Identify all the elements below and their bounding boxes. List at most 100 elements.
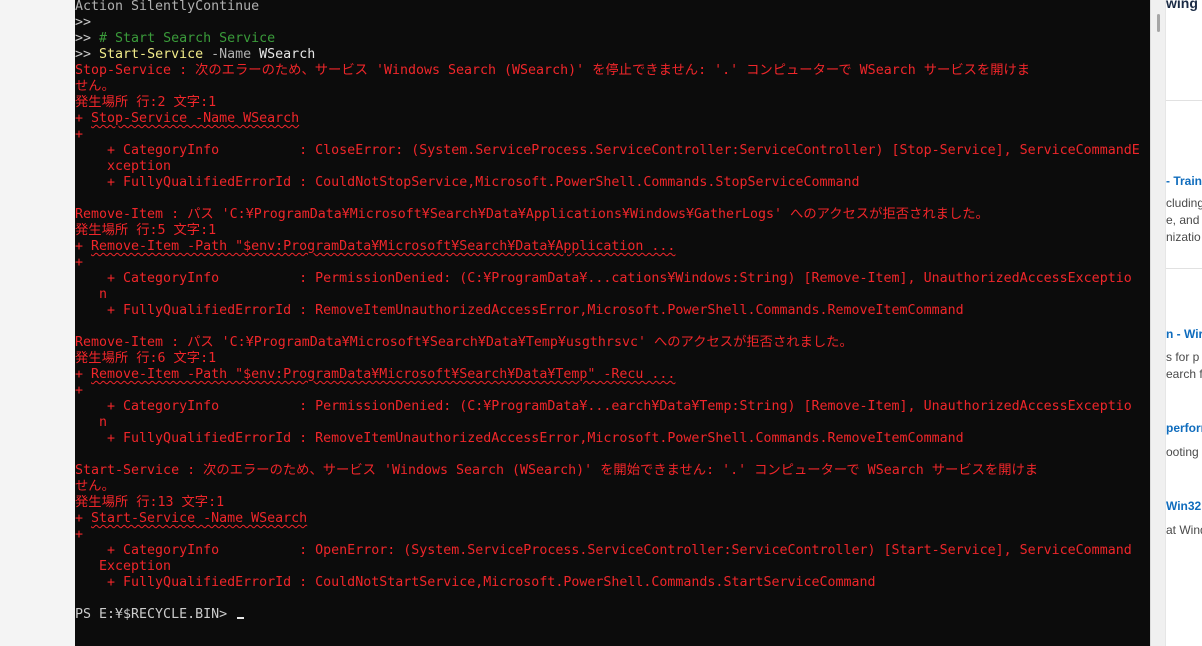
error-text: 発生場所 行:13 文字:1 [75,495,225,510]
error-text: + [75,111,92,126]
side-link-win32[interactable]: Win32 [1166,499,1201,513]
error-text: + [75,367,92,382]
error-text: + FullyQualifiedErrorId : CouldNotStopSe… [75,175,860,190]
error-text: せん。 [75,79,115,94]
error-text: せん。 [75,479,115,494]
error-source-code: Start-Service -Name WSearch [91,511,308,526]
error-text: 発生場所 行:2 文字:1 [75,95,217,110]
error-text: Exception [75,559,172,574]
error-text: 発生場所 行:5 文字:1 [75,223,217,238]
side-link-windows[interactable]: n - Wir [1166,327,1202,341]
error-text: + [75,383,84,398]
side-divider [1166,268,1202,269]
error-text: + FullyQualifiedErrorId : RemoveItemUnau… [75,303,964,318]
console-line: + Remove-Item -Path "$env:ProgramData¥Mi… [75,239,1140,255]
continuation-prompt: >> [75,31,100,46]
console-line: Remove-Item : パス 'C:¥ProgramData¥Microso… [75,207,1140,223]
console-line: せん。 [75,479,1140,495]
console-line: + FullyQualifiedErrorId : CouldNotStartS… [75,575,1140,591]
desktop-background-left [0,0,75,646]
error-text: + FullyQualifiedErrorId : CouldNotStartS… [75,575,876,590]
prompt-line[interactable]: PS E:¥$RECYCLE.BIN> [75,607,1140,623]
console-line: xception [75,159,1140,175]
continuation-prompt: >> [75,47,100,62]
console-line: + FullyQualifiedErrorId : CouldNotStopSe… [75,175,1140,191]
error-text: + [75,239,92,254]
console-line: + [75,127,1140,143]
side-desc-line: nizatio [1166,230,1201,244]
console-line: + CategoryInfo : PermissionDenied: (C:¥P… [75,399,1140,415]
error-text: Start-Service : 次のエラーのため、サービス 'Windows S… [75,463,1039,478]
scrollbar-thumb[interactable] [1157,14,1160,32]
error-text: + [75,527,84,542]
console-line: + CategoryInfo : OpenError: (System.Serv… [75,543,1140,559]
error-text: Remove-Item : パス 'C:¥ProgramData¥Microso… [75,335,853,350]
console-line: 発生場所 行:5 文字:1 [75,223,1140,239]
console-line: Remove-Item : パス 'C:¥ProgramData¥Microso… [75,335,1140,351]
dim-text: Action SilentlyContinue [75,0,260,14]
argument-text: WSearch [251,47,316,62]
console-line: + FullyQualifiedErrorId : RemoveItemUnau… [75,431,1140,447]
error-text: + FullyQualifiedErrorId : RemoveItemUnau… [75,431,964,446]
console-line: 発生場所 行:6 文字:1 [75,351,1140,367]
side-desc-line: cluding [1166,196,1202,210]
console-line: + FullyQualifiedErrorId : RemoveItemUnau… [75,303,1140,319]
error-text: + CategoryInfo : PermissionDenied: (C:¥P… [75,271,1132,286]
side-divider [1166,100,1202,101]
cmdlet-text: Start-Service [99,47,204,62]
side-link-training[interactable]: - Train [1166,174,1202,188]
side-panel-header: wing [1166,0,1198,11]
console-line: >> Start-Service -Name WSearch [75,47,1140,63]
error-text: xception [75,159,172,174]
console-output[interactable]: Action SilentlyContinue >> >> # Start Sear… [75,0,1140,623]
side-desc-line: ooting [1166,445,1199,459]
console-line: 発生場所 行:13 文字:1 [75,495,1140,511]
console-line: n [75,287,1140,303]
side-desc-line: s for p [1166,350,1200,364]
console-line: n [75,415,1140,431]
error-text: + [75,511,92,526]
error-text: Stop-Service : 次のエラーのため、サービス 'Windows Se… [75,63,1031,78]
error-source-code: Remove-Item -Path "$env:ProgramData¥Micr… [91,239,676,254]
console-line: >> [75,15,1140,31]
error-source-code: Remove-Item -Path "$env:ProgramData¥Micr… [91,367,676,382]
side-desc-line: earch f [1166,367,1202,381]
console-line: せん。 [75,79,1140,95]
text-cursor [237,617,245,619]
comment-text: # Start Search Service [99,31,276,46]
console-line: + CategoryInfo : CloseError: (System.Ser… [75,143,1140,159]
console-line: >> # Start Search Service [75,31,1140,47]
error-text: + [75,127,84,142]
console-line: + CategoryInfo : PermissionDenied: (C:¥P… [75,271,1140,287]
error-text: + CategoryInfo : CloseError: (System.Ser… [75,143,1140,158]
console-line: 発生場所 行:2 文字:1 [75,95,1140,111]
error-text: 発生場所 行:6 文字:1 [75,351,217,366]
docs-side-panel: wing - Train cluding e, and nizatio n - … [1165,0,1202,646]
console-line: + [75,383,1140,399]
side-link-performance[interactable]: perforr [1166,421,1202,435]
error-text: + CategoryInfo : OpenError: (System.Serv… [75,543,1132,558]
powershell-terminal[interactable]: Action SilentlyContinue >> >> # Start Sear… [75,0,1150,646]
continuation-prompt: >> [75,15,92,30]
error-text: + [75,255,84,270]
console-line: Exception [75,559,1140,575]
error-source-code: Stop-Service -Name WSearch [91,111,300,126]
console-line: + Start-Service -Name WSearch [75,511,1140,527]
console-line: + [75,527,1140,543]
console-line: Start-Service : 次のエラーのため、サービス 'Windows S… [75,463,1140,479]
terminal-scrollbar[interactable] [1150,0,1165,646]
console-line: + Remove-Item -Path "$env:ProgramData¥Mi… [75,367,1140,383]
dim-text: -Name [203,47,252,62]
error-text: + CategoryInfo : PermissionDenied: (C:¥P… [75,399,1132,414]
error-text: n [75,287,108,302]
console-line: Stop-Service : 次のエラーのため、サービス 'Windows Se… [75,63,1140,79]
console-line: + Stop-Service -Name WSearch [75,111,1140,127]
console-line: Action SilentlyContinue [75,0,1140,15]
console-line: + [75,255,1140,271]
error-text: n [75,415,108,430]
side-desc-line: at Wind [1166,523,1202,537]
side-desc-line: e, and [1166,213,1200,227]
